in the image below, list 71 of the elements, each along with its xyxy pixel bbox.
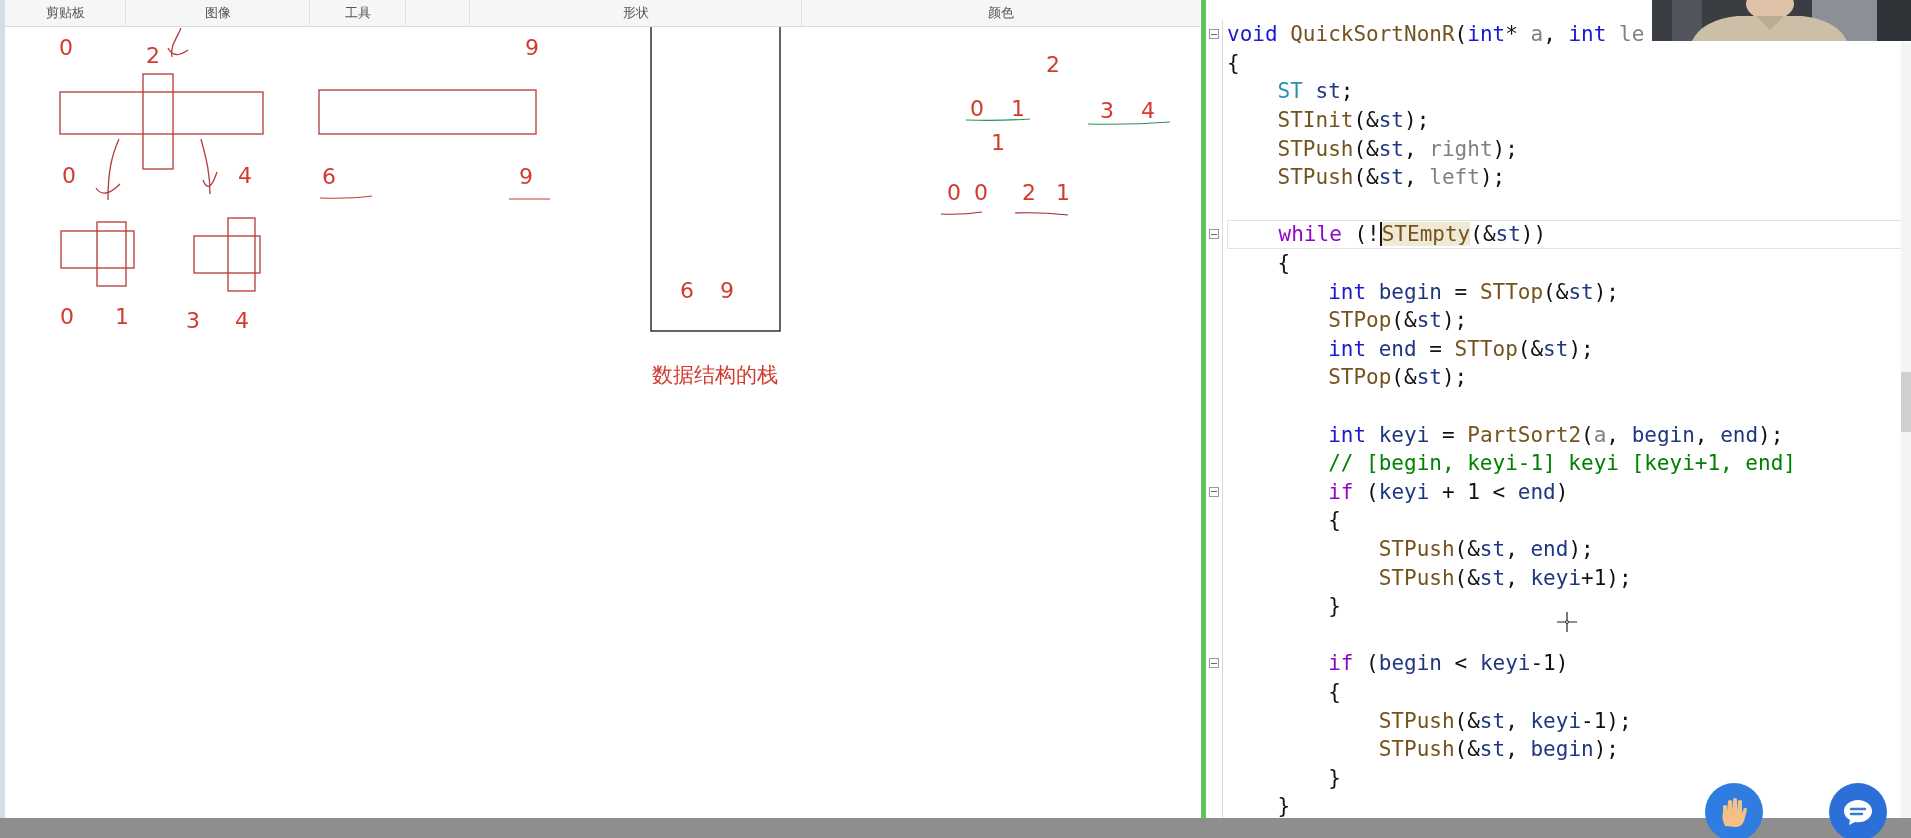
handwritten-number: 0	[62, 162, 76, 188]
handwritten-number: 2	[146, 42, 160, 68]
code-line: }	[1277, 794, 1291, 819]
handwritten-number: 9	[519, 163, 533, 189]
handwritten-number: 4	[235, 307, 249, 333]
code-line: void QuickSortNonR(int* a, int le	[1227, 22, 1645, 47]
code-line: STInit(&st);	[1277, 108, 1430, 133]
code-line: int begin = STTop(&st);	[1328, 279, 1619, 304]
code-line: ST st;	[1277, 79, 1354, 104]
underline	[508, 198, 551, 200]
collapse-icon[interactable]	[1209, 486, 1219, 497]
handwritten-number: 0	[59, 34, 73, 60]
code-line: }	[1328, 765, 1341, 790]
handwritten-number: 2	[1022, 179, 1036, 205]
handwritten-number: 1	[1011, 95, 1025, 121]
code-line: {	[1277, 251, 1291, 276]
handwritten-number: 1	[115, 303, 129, 329]
ribbon-group-label: 形状	[622, 4, 649, 22]
scrollbar[interactable]	[1901, 42, 1911, 818]
handwritten-number: 1	[1056, 179, 1070, 205]
handwritten-number: 0	[60, 303, 74, 329]
underline	[965, 118, 1031, 121]
collapse-icon[interactable]	[1209, 229, 1219, 240]
handwritten-number: 1	[991, 129, 1005, 155]
crosshair-icon	[1557, 612, 1577, 632]
code-line: }	[1328, 594, 1341, 619]
code-line: int keyi = PartSort2(a, begin, end);	[1328, 422, 1784, 447]
code-line: if (keyi + 1 < end)	[1328, 479, 1569, 504]
arrow	[167, 27, 189, 58]
code-line: STPush(&st, keyi-1);	[1378, 708, 1632, 733]
ribbon-group-label: 剪贴板	[45, 4, 85, 22]
code-line: {	[1328, 508, 1341, 533]
scroll-thumb[interactable]	[1901, 372, 1911, 432]
handwritten-number: 0	[947, 179, 961, 205]
arrow	[95, 138, 121, 201]
code-line: {	[1227, 50, 1240, 75]
ribbon-group-label: 颜色	[988, 4, 1014, 22]
code-line: // [begin, keyi-1] keyi [keyi+1, end]	[1328, 451, 1796, 476]
ribbon-group-label: 图像	[204, 4, 231, 22]
code-line: while (!STEmpty(&st))	[1278, 222, 1547, 247]
underline	[319, 195, 373, 199]
handwritten-number: 3	[186, 307, 200, 333]
code-line: STPush(&st, right);	[1277, 136, 1518, 161]
code-line: STPush(&st, begin);	[1378, 737, 1619, 762]
underline	[1014, 212, 1069, 216]
handwritten-number: 9	[525, 34, 539, 60]
handwritten-number: 3	[1100, 97, 1114, 123]
handwritten-number: 4	[1141, 97, 1155, 123]
code-line: STPush(&st, end);	[1378, 537, 1594, 561]
code-line: if (begin < keyi-1)	[1328, 651, 1569, 676]
chat-bubble-icon	[1842, 798, 1874, 826]
handwritten-number: 9	[720, 277, 734, 303]
code-line: STPush(&st, keyi+1);	[1378, 565, 1632, 590]
code-line: int end = STTop(&st);	[1328, 336, 1594, 361]
handwritten-number: 4	[238, 162, 252, 188]
handwritten-number: 0	[970, 95, 984, 121]
handwritten-number: 2	[1046, 51, 1060, 77]
handwritten-number: 0	[974, 179, 988, 205]
collapse-icon[interactable]	[1209, 658, 1219, 669]
handwritten-number: 6	[322, 163, 336, 189]
ribbon-group-label: 工具	[344, 4, 371, 22]
code-line: STPush(&st, left);	[1277, 165, 1506, 190]
arrow	[200, 138, 218, 195]
collapse-icon[interactable]	[1209, 29, 1219, 40]
hand-icon	[1719, 796, 1749, 828]
handwritten-note: 数据结构的栈	[652, 363, 778, 387]
code-line: {	[1328, 679, 1341, 704]
underline	[940, 211, 983, 215]
handwritten-number: 6	[680, 277, 694, 303]
code-line: STPop(&st);	[1328, 365, 1468, 390]
code-line: STPop(&st);	[1328, 308, 1468, 333]
